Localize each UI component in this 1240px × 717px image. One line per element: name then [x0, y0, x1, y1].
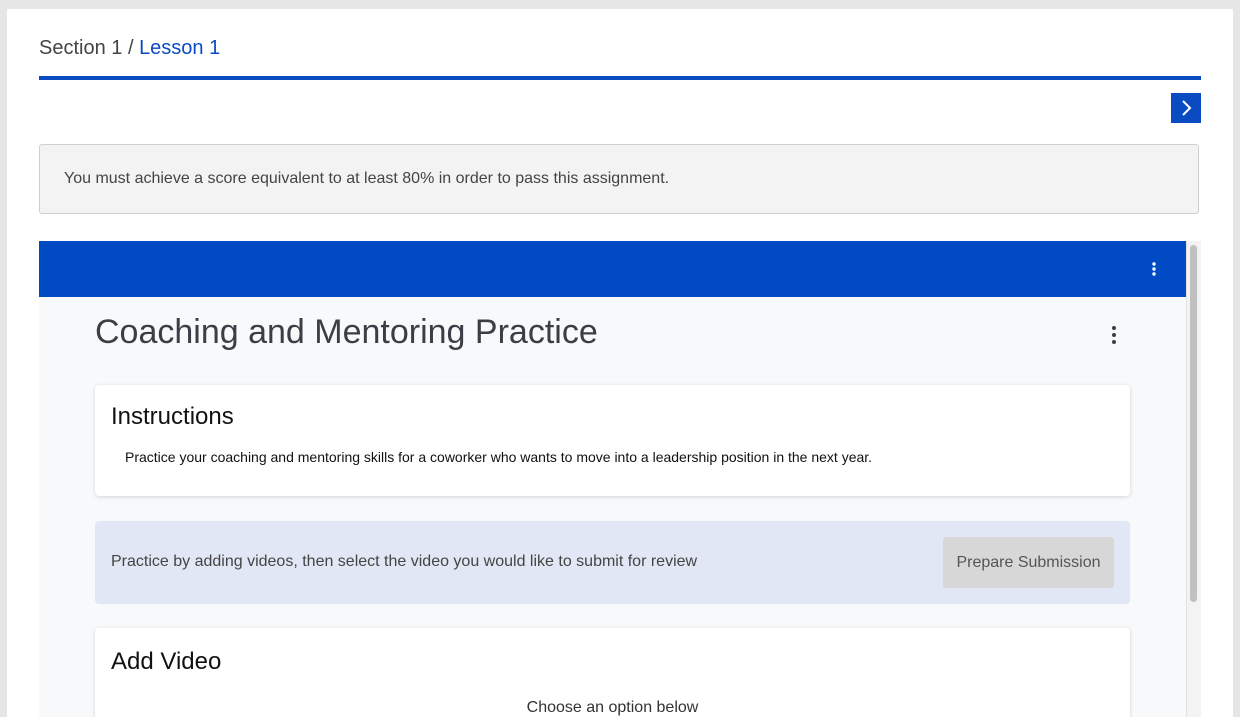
add-video-subtext: Choose an option below: [526, 699, 699, 716]
notice-text: You must achieve a score equivalent to a…: [64, 170, 670, 187]
pass-requirement-notice: You must achieve a score equivalent to a…: [39, 144, 1199, 214]
instructions-body: Practice your coaching and mentoring ski…: [125, 449, 873, 465]
breadcrumb-section: Section 1: [39, 37, 123, 59]
practice-message: Practice by adding videos, then select t…: [111, 553, 698, 570]
page: Section 1 / Lesson 1 You must achieve a …: [7, 9, 1233, 717]
instructions-heading: Instructions: [111, 403, 234, 430]
more-options-icon[interactable]: [1150, 261, 1158, 277]
header-divider: [39, 76, 1201, 80]
frame-header-bar: [39, 241, 1186, 297]
title-more-options-icon[interactable]: [1110, 325, 1118, 345]
breadcrumb-lesson-link[interactable]: Lesson 1: [139, 37, 220, 59]
prepare-submission-button[interactable]: Prepare Submission: [943, 537, 1114, 588]
scrollbar[interactable]: [1186, 241, 1201, 717]
page-title: Coaching and Mentoring Practice: [95, 313, 598, 351]
activity-frame: Coaching and Mentoring Practice Instruct…: [39, 241, 1201, 717]
activity-content: Coaching and Mentoring Practice Instruct…: [39, 297, 1186, 717]
add-video-card: Add Video Choose an option below: [95, 628, 1130, 717]
breadcrumb-separator: /: [122, 37, 140, 59]
chevron-right-icon: [1182, 100, 1192, 116]
instructions-card: Instructions Practice your coaching and …: [95, 385, 1130, 496]
add-video-heading: Add Video: [111, 648, 222, 675]
breadcrumb: Section 1 / Lesson 1: [39, 37, 220, 60]
next-button[interactable]: [1171, 93, 1201, 123]
practice-banner: Practice by adding videos, then select t…: [95, 521, 1130, 604]
scrollbar-thumb[interactable]: [1190, 245, 1197, 602]
